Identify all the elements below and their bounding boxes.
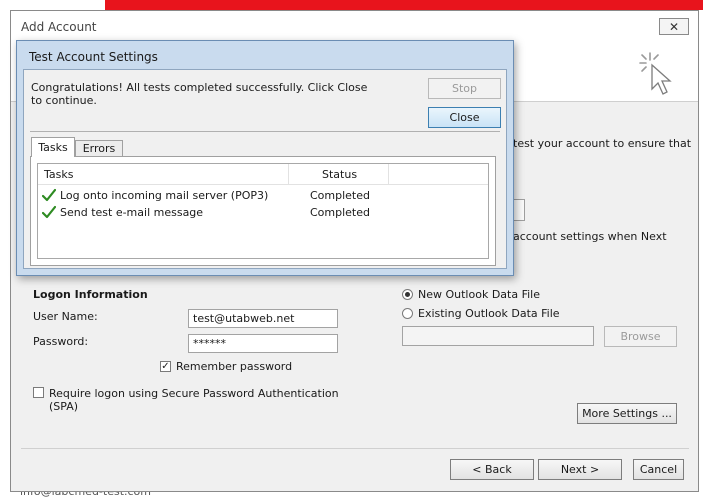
task-row: Log onto incoming mail server (POP3) Com…	[38, 187, 488, 204]
password-label: Password:	[33, 335, 89, 348]
user-name-label: User Name:	[33, 310, 98, 323]
more-settings-button[interactable]: More Settings ...	[577, 403, 677, 424]
tasks-list-header: Tasks Status	[38, 164, 488, 185]
next-button[interactable]: Next >	[538, 459, 622, 480]
column-divider	[388, 164, 389, 184]
column-divider	[288, 164, 289, 184]
cursor-click-icon	[639, 52, 672, 95]
task-status: Completed	[310, 189, 370, 202]
new-data-file-radio[interactable]	[402, 289, 413, 300]
green-check-icon	[42, 205, 56, 219]
right-description-2: account settings when Next	[513, 230, 667, 243]
dialog-divider	[30, 131, 500, 132]
tasks-list: Tasks Status Log onto incoming mail serv…	[37, 163, 489, 259]
spa-label-line2: (SPA)	[49, 400, 79, 413]
user-name-input[interactable]	[188, 309, 338, 328]
data-file-path-input[interactable]	[402, 326, 594, 346]
existing-data-file-label: Existing Outlook Data File	[418, 307, 560, 320]
checkmark-icon: ✓	[161, 360, 170, 372]
dialog-title: Test Account Settings	[29, 50, 158, 64]
browse-button[interactable]: Browse	[604, 326, 677, 347]
green-check-icon	[42, 188, 56, 202]
close-icon: ✕	[668, 19, 680, 34]
close-button[interactable]: Close	[428, 107, 501, 128]
spa-label-line1: Require logon using Secure Password Auth…	[49, 387, 339, 400]
partial-button[interactable]	[514, 199, 525, 221]
success-message: Congratulations! All tests completed suc…	[31, 81, 368, 107]
remember-password-label: Remember password	[176, 360, 293, 373]
spa-checkbox[interactable]	[33, 387, 44, 398]
footer-divider	[21, 448, 689, 449]
task-name: Log onto incoming mail server (POP3)	[60, 189, 269, 202]
password-input[interactable]	[188, 334, 338, 353]
column-header-status[interactable]: Status	[322, 168, 357, 181]
task-status: Completed	[310, 206, 370, 219]
task-name: Send test e-mail message	[60, 206, 204, 219]
cancel-button[interactable]: Cancel	[633, 459, 684, 480]
new-data-file-label: New Outlook Data File	[418, 288, 540, 301]
tab-errors[interactable]: Errors	[75, 140, 123, 157]
stop-button[interactable]: Stop	[428, 78, 501, 99]
logon-section-title: Logon Information	[33, 288, 148, 301]
tab-tasks[interactable]: Tasks	[31, 137, 75, 157]
back-button[interactable]: < Back	[450, 459, 534, 480]
right-description-1: test your account to ensure that	[513, 137, 692, 150]
tasks-panel: Tasks Status Log onto incoming mail serv…	[30, 156, 496, 266]
existing-data-file-radio[interactable]	[402, 308, 413, 319]
dialog-body: Congratulations! All tests completed suc…	[23, 69, 507, 269]
background-ribbon-strip	[105, 0, 703, 10]
remember-password-checkbox[interactable]: ✓	[160, 361, 171, 372]
task-row: Send test e-mail message Completed	[38, 204, 488, 221]
window-title: Add Account	[21, 20, 97, 34]
column-header-tasks[interactable]: Tasks	[44, 168, 73, 181]
window-close-button[interactable]: ✕	[659, 18, 689, 35]
test-account-settings-dialog: Test Account Settings Congratulations! A…	[16, 40, 514, 276]
